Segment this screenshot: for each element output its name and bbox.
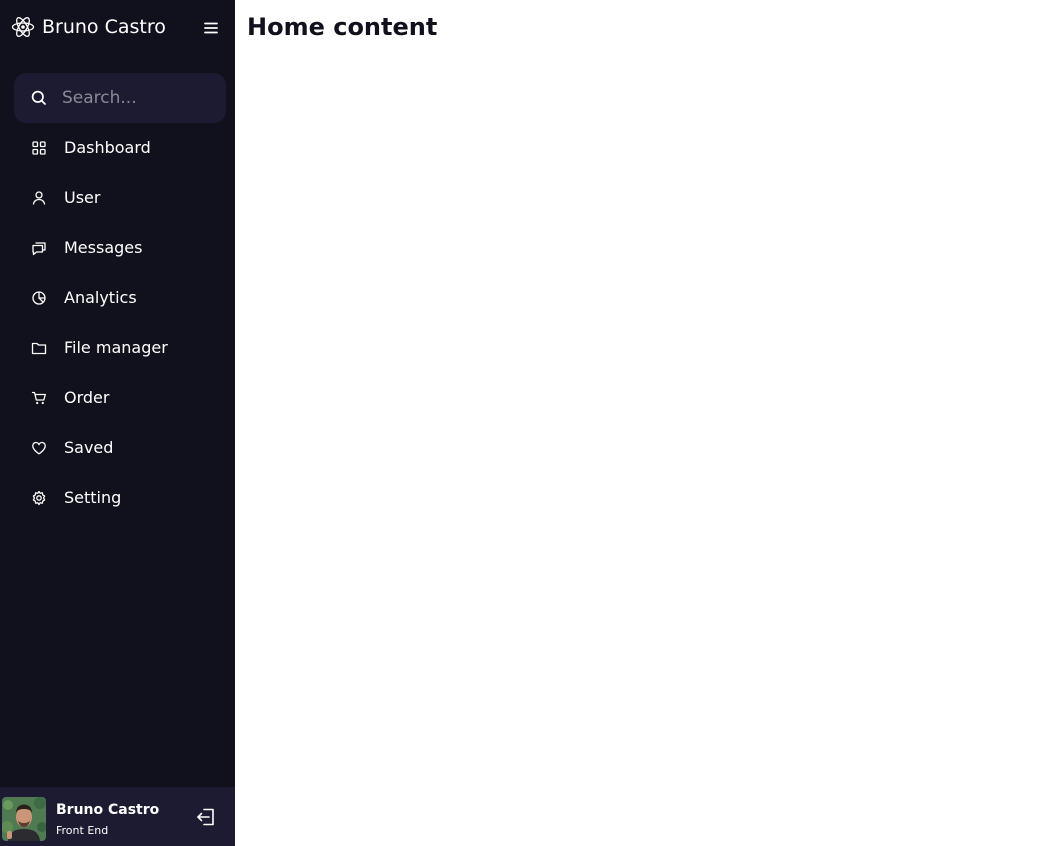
sidebar-item-setting[interactable]: Setting	[0, 473, 235, 523]
search-box	[14, 73, 226, 123]
sidebar-item-label: Dashboard	[64, 138, 151, 157]
home-section: Home content	[235, 0, 1062, 846]
user-icon	[32, 191, 46, 205]
gear-icon	[32, 490, 46, 506]
sidebar-item-saved[interactable]: Saved	[0, 423, 235, 473]
sidebar-item-dashboard[interactable]: Dashboard	[0, 123, 235, 173]
sidebar-item-messages[interactable]: Messages	[0, 223, 235, 273]
sidebar-item-label: User	[64, 188, 101, 207]
logo-name: Bruno Castro	[42, 16, 166, 38]
logout-icon[interactable]	[195, 806, 217, 828]
sidebar-item-user[interactable]: User	[0, 173, 235, 223]
sidebar-item-label: Analytics	[64, 288, 137, 307]
sidebar-item-label: Saved	[64, 438, 114, 457]
cart-icon	[31, 391, 46, 405]
sidebar-item-label: Order	[64, 388, 110, 407]
sidebar-item-file-manager[interactable]: File manager	[0, 323, 235, 373]
chat-icon	[32, 242, 46, 256]
pie-chart-icon	[32, 291, 46, 305]
logo-row: Bruno Castro	[0, 0, 235, 56]
nav-list: Dashboard User Messages Analytics File m…	[0, 123, 235, 523]
sidebar: Bruno Castro Search... Dashboard User Me…	[0, 0, 235, 846]
app: Bruno Castro Search... Dashboard User Me…	[0, 0, 1062, 846]
sidebar-item-analytics[interactable]: Analytics	[0, 273, 235, 323]
profile-panel: Bruno Castro Front End	[0, 787, 235, 846]
sidebar-item-label: Messages	[64, 238, 143, 257]
profile-job: Front End	[56, 824, 109, 837]
search-icon[interactable]	[30, 89, 48, 107]
avatar	[2, 797, 46, 841]
sidebar-item-order[interactable]: Order	[0, 373, 235, 423]
page-title: Home content	[247, 13, 438, 41]
search-input[interactable]	[62, 73, 220, 123]
profile-name: Bruno Castro	[56, 802, 160, 818]
folder-icon	[31, 342, 47, 355]
hamburger-menu-icon[interactable]	[199, 16, 223, 40]
sidebar-item-label: Setting	[64, 488, 122, 507]
sidebar-item-label: File manager	[64, 338, 168, 357]
grid-icon	[32, 141, 46, 155]
react-atom-icon	[11, 17, 35, 37]
heart-icon	[32, 441, 46, 455]
